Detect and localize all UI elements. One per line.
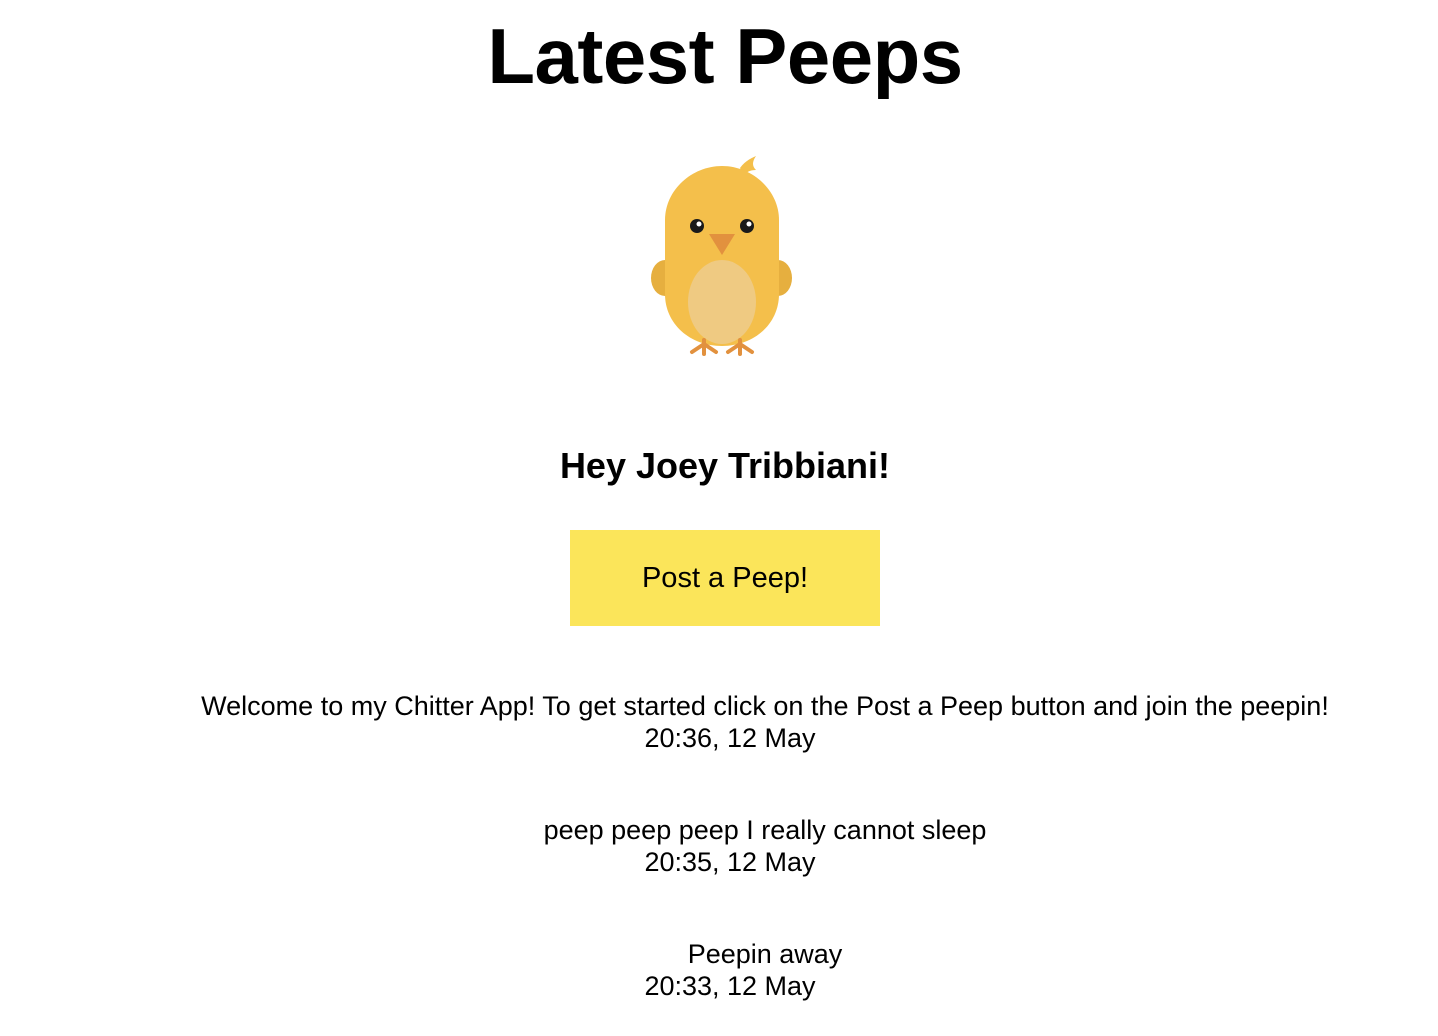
peep-text: peep peep peep I really cannot sleep [543,815,987,845]
peep-item: Welcome to my Chitter App! To get starte… [0,690,1438,754]
post-peep-button[interactable]: Post a Peep! [570,530,880,626]
peep-item: Peepin away 20:33, 12 May [0,938,1438,1002]
greeting: Hey Joey Tribbiani! [559,445,891,486]
chick-icon [651,156,792,356]
peep-text: Peepin away [687,939,843,969]
peep-timestamp: 20:36, 12 May [644,723,816,753]
page: Latest Peeps Hey Joey Tribbiani! Post a … [0,0,1438,1036]
peep-timestamp: 20:33, 12 May [644,971,816,1001]
peep-item: peep peep peep I really cannot sleep 20:… [0,814,1438,878]
page-title: Latest Peeps [487,12,963,100]
peep-text: Welcome to my Chitter App! To get starte… [201,691,1329,721]
peep-timestamp: 20:35, 12 May [644,847,816,877]
